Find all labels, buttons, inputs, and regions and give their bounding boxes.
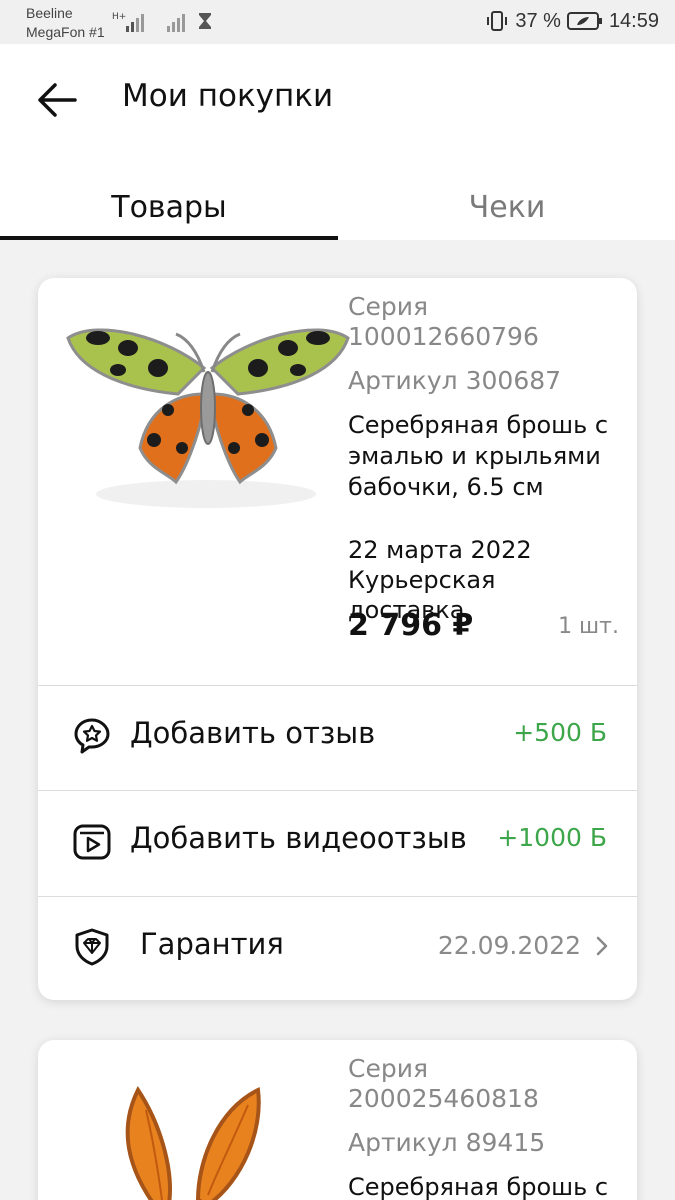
arrow-left-icon (38, 83, 77, 117)
series-number: 200025460818 (348, 1084, 539, 1113)
status-bar: Beeline MegaFon #1 H+ 37 % 14:59 (0, 0, 675, 44)
review-star-icon (74, 718, 110, 754)
add-review-row[interactable]: Добавить отзыв +500 Б (38, 686, 637, 790)
add-video-review-row[interactable]: Добавить видеоотзыв +1000 Б (38, 791, 637, 895)
tab-receipts[interactable]: Чеки (338, 174, 675, 240)
signal-2-icon (167, 14, 185, 32)
back-button[interactable] (30, 78, 84, 122)
product-card[interactable]: Серия 200025460818 Артикул 89415 Серебря… (38, 1040, 637, 1200)
status-right: 37 % 14:59 (485, 9, 659, 33)
battery-percent: 37 % (515, 9, 561, 32)
product-name: Серебряная брошь с (348, 1173, 609, 1200)
article-number: Артикул 89415 (348, 1128, 546, 1157)
review-bonus: +500 Б (513, 718, 607, 747)
add-video-review-label: Добавить видеоотзыв (130, 821, 467, 855)
series-label: Серия (348, 292, 428, 321)
purchase-date: 22 марта 2022 (348, 536, 532, 564)
tab-goods[interactable]: Товары (0, 174, 338, 240)
active-tab-indicator (0, 236, 338, 240)
page-title: Мои покупки (122, 78, 334, 114)
video-play-icon (73, 824, 111, 860)
carrier-beeline: Beeline (26, 5, 73, 21)
product-price: 2 796 ₽ (348, 608, 474, 643)
product-info: Серия 100012660796 Артикул 300687 Серебр… (348, 292, 619, 625)
hourglass-icon (199, 13, 211, 29)
series-label: Серия (348, 1054, 428, 1083)
amber-flower-brooch-image (125, 1086, 261, 1200)
warranty-label: Гарантия (140, 927, 284, 961)
diamond-shield-icon (75, 928, 109, 966)
chevron-right-icon (596, 936, 608, 956)
vibrate-icon (487, 11, 508, 31)
carrier-megafon: MegaFon #1 (26, 24, 105, 40)
add-review-label: Добавить отзыв (130, 716, 376, 750)
product-card[interactable]: Серия 100012660796 Артикул 300687 Серебр… (38, 278, 637, 1000)
product-quantity: 1 шт. (558, 614, 619, 639)
battery-icon (566, 12, 602, 30)
series-number: 100012660796 (348, 322, 539, 351)
article-number: Артикул 300687 (348, 366, 562, 395)
signal-icon: H+ (112, 12, 144, 32)
warranty-date: 22.09.2022 (437, 931, 581, 960)
butterfly-brooch-image (66, 328, 350, 508)
clock: 14:59 (608, 9, 659, 32)
warranty-row[interactable]: Гарантия 22.09.2022 (38, 897, 637, 1000)
app-header: Мои покупки Товары Чеки (0, 44, 675, 240)
product-info: Серия 200025460818 Артикул 89415 Серебря… (348, 1054, 619, 1200)
network-tag: H+ (112, 12, 126, 22)
product-name: Серебряная брошь с эмалью и крыльями баб… (348, 411, 609, 501)
video-review-bonus: +1000 Б (497, 823, 607, 852)
